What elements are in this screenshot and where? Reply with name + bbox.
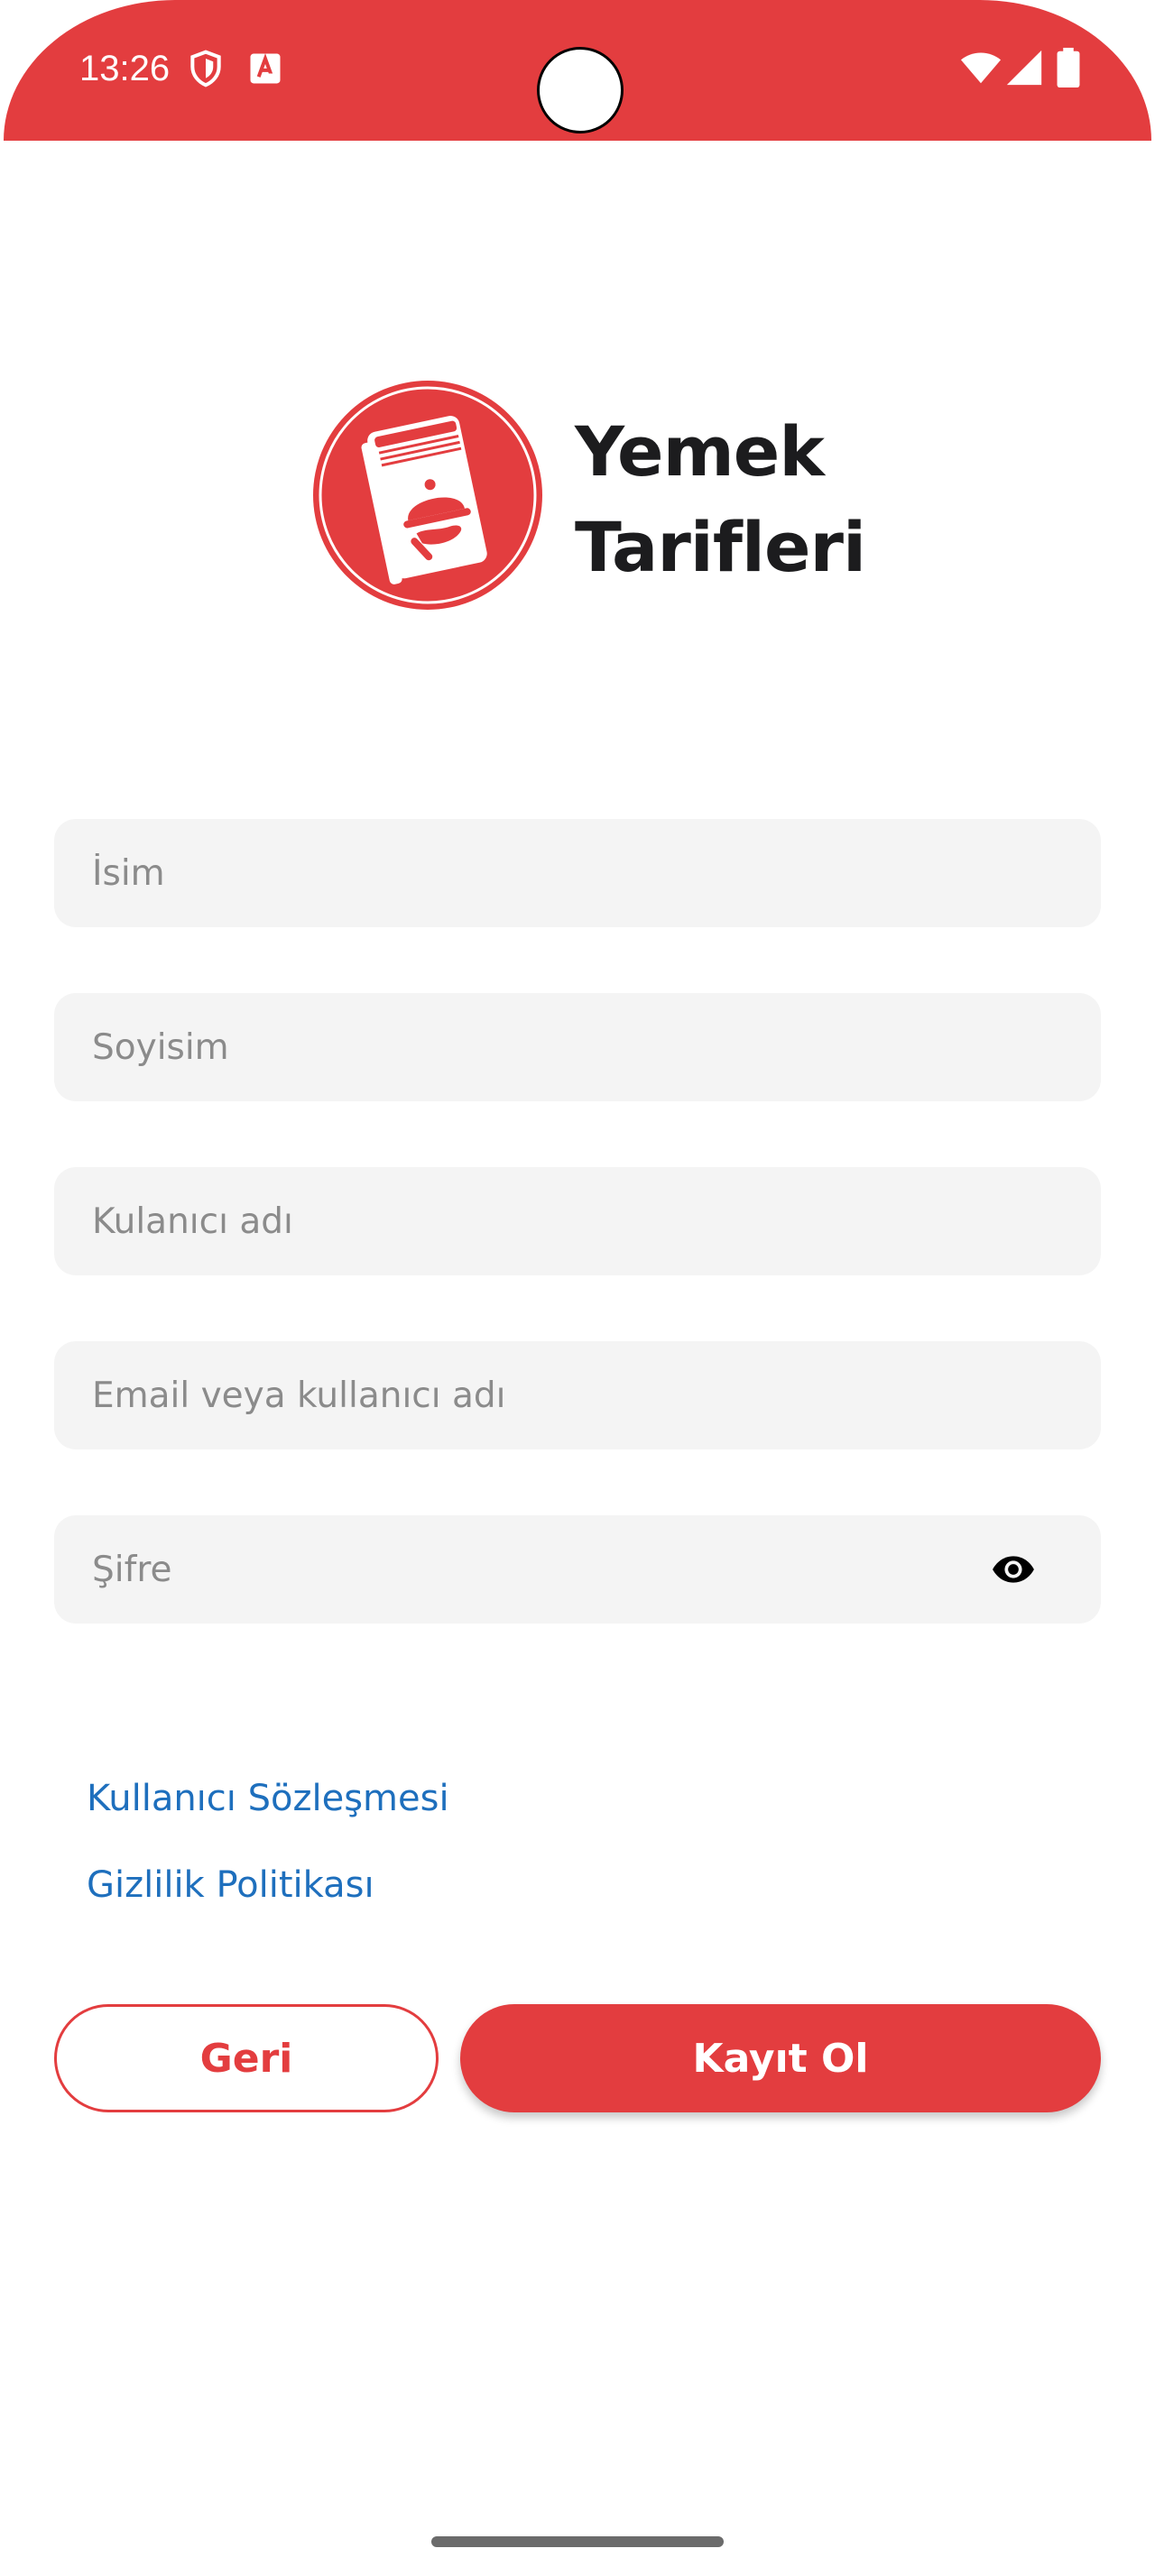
back-button-label: Geri bbox=[199, 2035, 293, 2082]
signal-icon bbox=[1003, 47, 1045, 88]
last-name-input[interactable] bbox=[92, 993, 976, 1101]
status-time: 13:26 bbox=[79, 49, 171, 88]
user-agreement-link[interactable]: Kullanıcı Sözleşmesi bbox=[87, 1773, 449, 1824]
app-title-line1: Yemek bbox=[575, 411, 825, 492]
email-field[interactable] bbox=[54, 1341, 1101, 1449]
register-button[interactable]: Kayıt Ol bbox=[460, 2004, 1101, 2112]
first-name-input[interactable] bbox=[92, 819, 976, 927]
wifi-icon bbox=[960, 47, 1002, 88]
toggle-password-visibility-button[interactable] bbox=[988, 1544, 1039, 1595]
status-bar: 13:26 bbox=[4, 0, 1151, 141]
register-screen: 13:26 Yemek Tarifleri İsim Soyisim Kulan… bbox=[0, 0, 1155, 2576]
password-input[interactable] bbox=[92, 1515, 976, 1624]
eye-icon bbox=[993, 1556, 1034, 1583]
font-a-icon bbox=[245, 49, 285, 88]
first-name-field[interactable] bbox=[54, 819, 1101, 927]
app-title: Yemek Tarifleri bbox=[575, 404, 866, 595]
email-input[interactable] bbox=[92, 1341, 976, 1449]
back-button[interactable]: Geri bbox=[54, 2004, 439, 2112]
password-field[interactable] bbox=[54, 1515, 1101, 1624]
last-name-field[interactable] bbox=[54, 993, 1101, 1101]
app-title-line2: Tarifleri bbox=[575, 507, 866, 587]
shield-icon bbox=[186, 49, 226, 88]
username-field[interactable] bbox=[54, 1167, 1101, 1275]
register-button-label: Kayıt Ol bbox=[692, 2035, 869, 2082]
privacy-policy-link[interactable]: Gizlilik Politikası bbox=[87, 1860, 374, 1910]
battery-icon bbox=[1054, 47, 1083, 88]
app-logo bbox=[311, 379, 544, 612]
home-indicator[interactable] bbox=[431, 2536, 724, 2547]
recipe-book-icon bbox=[313, 381, 542, 610]
username-input[interactable] bbox=[92, 1167, 976, 1275]
camera-cutout bbox=[537, 47, 624, 133]
